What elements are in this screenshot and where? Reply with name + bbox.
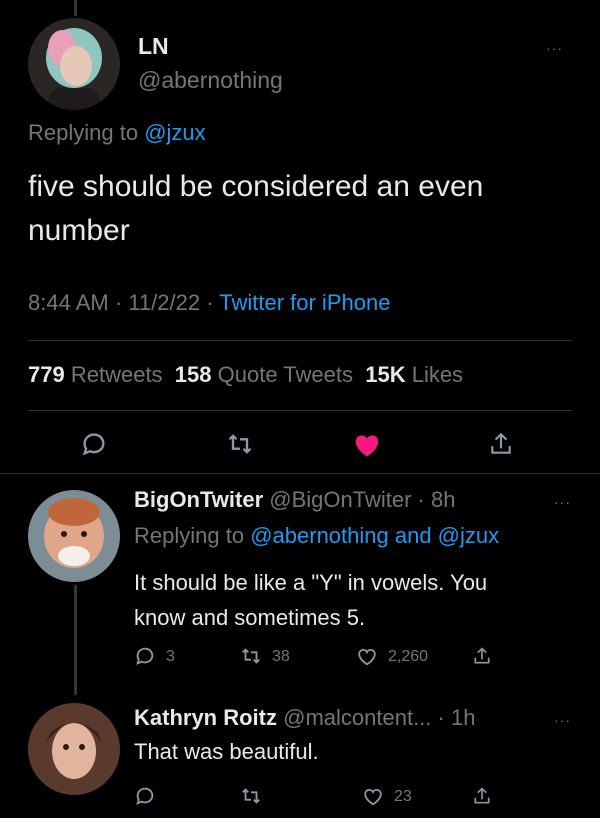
reply-time[interactable]: 1h: [451, 705, 475, 730]
avatar-image: [28, 18, 120, 110]
tweet-text: five should be considered an even number: [28, 165, 483, 253]
likes-count: 15K: [365, 362, 406, 387]
reply-icon[interactable]: [134, 645, 156, 667]
meta-separator: ·: [431, 705, 451, 730]
divider: [28, 340, 572, 341]
meta-separator: ·: [114, 290, 123, 315]
retweet-icon[interactable]: [226, 430, 254, 458]
reply-header: Kathryn Roitz @malcontent... · 1h: [134, 705, 475, 731]
reply-time[interactable]: 8h: [431, 487, 455, 512]
quotes-label: Quote Tweets: [217, 362, 353, 387]
tweet-text-line-1: five should be considered an even: [28, 170, 484, 203]
likes-stat[interactable]: 15K Likes: [365, 362, 463, 387]
more-options-icon[interactable]: ···: [554, 494, 571, 510]
like-count: 2,260: [388, 648, 429, 665]
like-icon[interactable]: [356, 645, 378, 667]
likes-label: Likes: [411, 362, 464, 387]
thread-line: [74, 585, 77, 695]
tweet-meta: 8:44 AM · 11/2/22 · Twitter for iPhone: [28, 290, 390, 316]
share-icon[interactable]: [488, 430, 514, 458]
retweet-icon[interactable]: [240, 645, 262, 667]
avatar-image: [28, 703, 120, 795]
reply-avatar[interactable]: [28, 490, 120, 582]
share-icon[interactable]: [472, 645, 492, 667]
more-options-icon[interactable]: ···: [546, 40, 563, 56]
reply-avatar[interactable]: [28, 703, 120, 795]
reply-author-name[interactable]: Kathryn Roitz: [134, 705, 277, 730]
retweets-stat[interactable]: 779 Retweets: [28, 362, 163, 387]
tweet-time[interactable]: 8:44 AM: [28, 290, 109, 315]
meta-separator: ·: [411, 487, 431, 512]
like-count: 23: [394, 788, 412, 805]
author-name[interactable]: LN: [138, 33, 169, 60]
tweet-stats: 779 Retweets 158 Quote Tweets 15K Likes: [28, 362, 463, 388]
reply-text: It should be like a "Y" in vowels. You k…: [134, 565, 487, 635]
tweet-date[interactable]: 11/2/22: [128, 290, 200, 315]
replying-to-link[interactable]: @jzux: [144, 120, 205, 145]
reply-text-line-1: It should be like a "Y" in vowels. You: [134, 570, 488, 595]
replying-to-label: Replying to: [134, 523, 245, 548]
reply-header: BigOnTwiter @BigOnTwiter · 8h: [134, 487, 455, 513]
tweet-separator: [0, 473, 600, 474]
reply-text: That was beautiful.: [134, 739, 319, 764]
retweets-count: 779: [28, 362, 65, 387]
like-icon[interactable]: [362, 785, 384, 807]
reply-author-handle[interactable]: @malcontent...: [283, 705, 431, 730]
replying-to-label: Replying to: [28, 120, 139, 145]
avatar-image: [28, 490, 120, 582]
like-icon[interactable]: [352, 430, 382, 458]
reply-author-name[interactable]: BigOnTwiter: [134, 487, 263, 512]
author-avatar[interactable]: [28, 18, 120, 110]
quotes-count: 158: [174, 362, 212, 387]
retweet-count: 38: [272, 648, 290, 665]
author-handle[interactable]: @abernothing: [138, 67, 283, 94]
reply-replying-to: Replying to @abernothing and @jzux: [134, 523, 499, 549]
reply-icon[interactable]: [134, 785, 156, 807]
tweet-text-line-2: number: [28, 214, 130, 247]
meta-separator: ·: [206, 290, 214, 315]
divider: [28, 410, 572, 411]
replying-to-line: Replying to @jzux: [28, 120, 206, 146]
quotes-stat[interactable]: 158 Quote Tweets: [175, 362, 353, 387]
reply-text-line-2: know and sometimes 5.: [134, 605, 366, 630]
tweet-source[interactable]: Twitter for iPhone: [219, 290, 390, 315]
retweets-label: Retweets: [70, 362, 163, 387]
reply-icon[interactable]: [80, 430, 108, 458]
thread-line-top: [74, 0, 77, 16]
reply-count: 3: [166, 648, 175, 665]
reply-author-handle[interactable]: @BigOnTwiter: [269, 487, 411, 512]
retweet-icon[interactable]: [240, 785, 262, 807]
replying-to-link[interactable]: @abernothing and @jzux: [250, 523, 499, 548]
share-icon[interactable]: [472, 785, 492, 807]
more-options-icon[interactable]: ···: [554, 712, 571, 728]
